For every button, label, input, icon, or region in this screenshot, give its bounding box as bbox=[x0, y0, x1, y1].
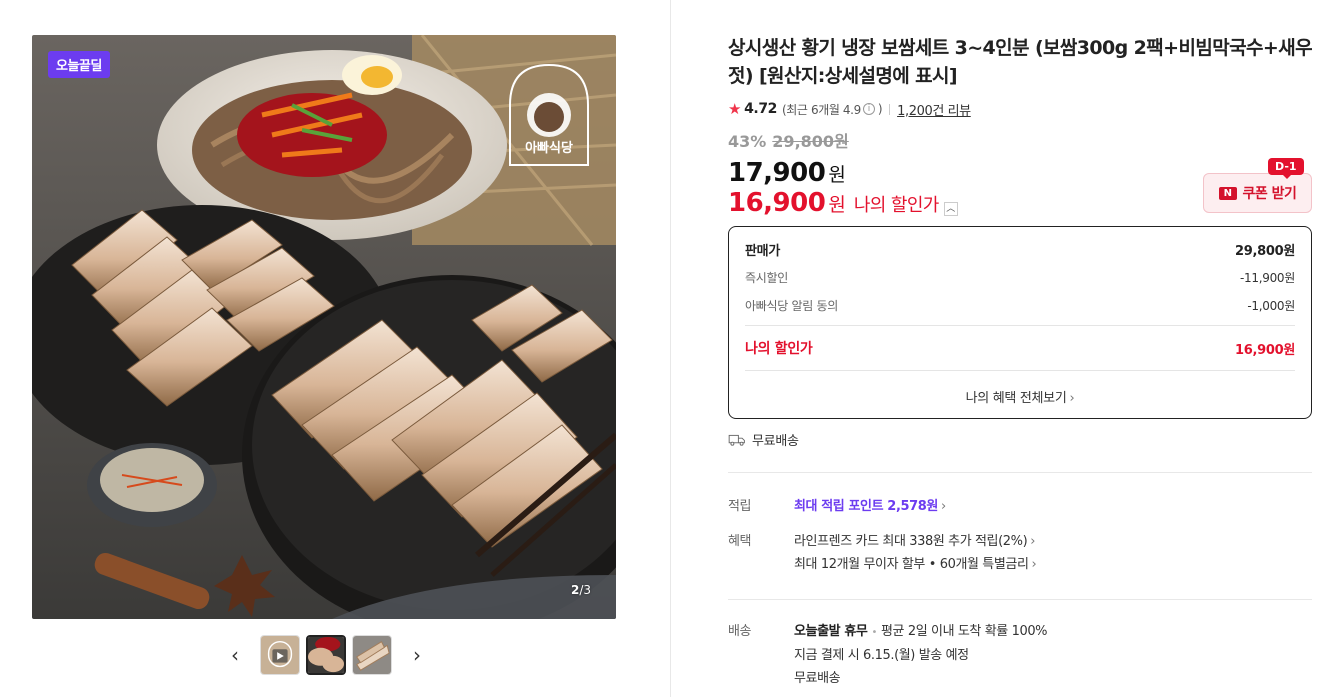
chevron-up-icon[interactable]: ︿ bbox=[943, 202, 958, 216]
chevron-right-icon: › bbox=[1031, 557, 1037, 572]
product-gallery: 아빠식당 오늘끝딜 2/3 ‹ › bbox=[0, 0, 670, 697]
price-row-instant: 즉시할인 -11,900원 bbox=[745, 263, 1295, 291]
thumbnail-strip: ‹ › bbox=[228, 633, 424, 677]
my-price-unit: 원 bbox=[828, 194, 846, 216]
truck-icon bbox=[728, 434, 745, 446]
rating-recent: (최근 6개월 4.9 bbox=[782, 102, 861, 117]
review-count-link[interactable]: 1,200건 리뷰 bbox=[897, 100, 971, 119]
delivery-title: 오늘출발 휴무 bbox=[794, 624, 868, 639]
rating-row: ★ 4.72 (최근 6개월 4.9 i ) 1,200건 리뷰 bbox=[728, 99, 1312, 119]
points-link[interactable]: 최대 적립 포인트 2,578원 bbox=[794, 499, 938, 514]
coupon-dday-badge: D-1 bbox=[1268, 158, 1304, 179]
star-icon: ★ bbox=[728, 100, 742, 118]
sale-price: 17,900 bbox=[728, 158, 826, 188]
benefit-installment-text: 최대 12개월 무이자 할부 • 60개월 특별금리 bbox=[794, 557, 1029, 572]
benefit-installment-link[interactable]: 최대 12개월 무이자 할부 • 60개월 특별금리 › bbox=[794, 553, 1037, 576]
section-divider bbox=[728, 472, 1312, 473]
my-discount-price: 16,900 bbox=[728, 188, 826, 218]
total-label: 나의 할인가 bbox=[745, 341, 813, 357]
benefit-card-text: 라인프렌즈 카드 최대 338원 추가 적립(2%) bbox=[794, 534, 1028, 549]
points-label: 적립 bbox=[728, 499, 752, 514]
price-row-alarm: 아빠식당 알림 동의 -1,000원 bbox=[745, 291, 1295, 319]
divider bbox=[745, 370, 1295, 371]
rating-recent-end: ) bbox=[877, 102, 883, 116]
price-row-total: 나의 할인가 16,900원 bbox=[745, 332, 1295, 364]
price-row-list: 판매가 29,800원 bbox=[745, 235, 1295, 263]
price-breakdown-box: 판매가 29,800원 즉시할인 -11,900원 아빠식당 알림 동의 -1,… bbox=[728, 226, 1312, 419]
points-row: 적립 최대 적립 포인트 2,578원 › bbox=[728, 495, 946, 518]
thumbnail-2[interactable] bbox=[306, 635, 346, 675]
page-total: /3 bbox=[579, 583, 592, 597]
main-product-image[interactable]: 아빠식당 bbox=[32, 35, 616, 619]
view-all-benefits-link[interactable]: 나의 혜택 전체보기 › bbox=[745, 377, 1295, 421]
separator bbox=[889, 103, 891, 115]
coupon-label: 쿠폰 받기 bbox=[1242, 186, 1297, 202]
price-row-label: 판매가 bbox=[745, 243, 780, 259]
discount-rate: 43% bbox=[728, 132, 767, 151]
product-info: 상시생산 황기 냉장 보쌈세트 3~4인분 (보쌈300g 2팩+비빔막국수+새… bbox=[728, 34, 1313, 686]
info-icon[interactable]: i bbox=[862, 103, 875, 115]
next-image-button[interactable]: › bbox=[410, 633, 424, 677]
my-price-label: 나의 할인가 bbox=[853, 195, 940, 216]
dot-separator: • bbox=[871, 627, 878, 638]
price-row-value: 29,800원 bbox=[1234, 243, 1295, 259]
delivery-stat: 평균 2일 이내 도착 확률 100% bbox=[881, 624, 1048, 639]
benefits-row: 혜택 라인프렌즈 카드 최대 338원 추가 적립(2%) › 최대 12개월 무… bbox=[728, 530, 1037, 576]
price-row-value: -1,000원 bbox=[1247, 298, 1295, 313]
prev-image-button[interactable]: ‹ bbox=[228, 633, 242, 677]
delivery-date: 지금 결제 시 6.15.(월) 발송 예정 bbox=[794, 648, 969, 663]
chevron-right-icon: › bbox=[1030, 534, 1036, 549]
column-divider bbox=[670, 0, 671, 697]
delivery-row: 배송 오늘출발 휴무 • 평균 2일 이내 도착 확률 100% 지금 결제 시 6… bbox=[728, 620, 1048, 690]
section-divider bbox=[728, 599, 1312, 600]
sale-price-unit: 원 bbox=[828, 164, 846, 186]
price-row-label: 아빠식당 알림 동의 bbox=[745, 298, 838, 313]
divider bbox=[745, 325, 1295, 326]
price-row-label: 즉시할인 bbox=[745, 270, 788, 285]
discount-row: 43% 29,800원 bbox=[728, 128, 1312, 152]
benefit-card-link[interactable]: 라인프렌즈 카드 최대 338원 추가 적립(2%) › bbox=[794, 530, 1036, 553]
total-value: 16,900원 bbox=[1234, 342, 1295, 358]
chevron-right-icon: › bbox=[1069, 391, 1075, 406]
image-page-counter: 2/3 bbox=[571, 583, 591, 597]
benefits-label: 혜택 bbox=[728, 534, 752, 549]
logo-text: 아빠식당 bbox=[525, 140, 573, 156]
original-price: 29,800원 bbox=[772, 132, 849, 151]
price-row-value: -11,900원 bbox=[1240, 270, 1295, 285]
benefit-link-label: 나의 혜택 전체보기 bbox=[965, 391, 1067, 406]
chevron-right-icon: › bbox=[940, 499, 946, 514]
delivery-free: 무료배송 bbox=[794, 671, 841, 686]
coupon-n-icon: N bbox=[1218, 186, 1237, 200]
thumbnail-3[interactable] bbox=[352, 635, 392, 675]
delivery-label: 배송 bbox=[728, 624, 752, 639]
coupon-button[interactable]: N 쿠폰 받기 bbox=[1203, 173, 1312, 213]
product-title: 상시생산 황기 냉장 보쌈세트 3~4인분 (보쌈300g 2팩+비빔막국수+새… bbox=[728, 37, 1313, 87]
free-shipping-row: 무료배송 bbox=[728, 430, 799, 449]
free-shipping-label: 무료배송 bbox=[752, 434, 799, 449]
deal-badge: 오늘끝딜 bbox=[48, 51, 110, 78]
thumbnail-video[interactable] bbox=[260, 635, 300, 675]
rating-score: 4.72 bbox=[744, 101, 778, 117]
